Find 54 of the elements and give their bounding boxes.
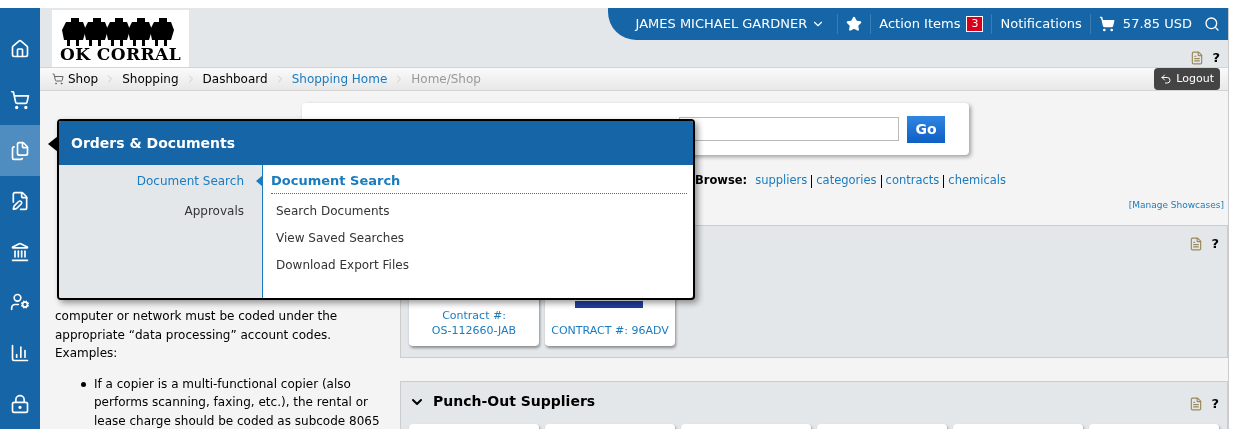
browse-link[interactable]: categories (816, 172, 877, 190)
breadcrumb-item[interactable]: Shop (68, 70, 99, 88)
search-field[interactable] (679, 117, 899, 141)
help-icon[interactable]: ? (1211, 394, 1219, 414)
browse-link[interactable]: contracts (885, 172, 940, 190)
contract-text: OS-112660-JAB (431, 323, 517, 338)
edit-icon (10, 191, 30, 212)
category-item[interactable]: Document Search (136, 174, 244, 188)
cart-total[interactable]: 57.85 USD (1122, 14, 1192, 34)
lock-icon (10, 393, 30, 414)
menu-link[interactable]: View Saved Searches (276, 228, 687, 247)
cart-icon[interactable] (1098, 16, 1115, 32)
browse-link[interactable]: chemicals (948, 172, 1006, 190)
sidebar-item[interactable] (0, 125, 40, 176)
notifications-link[interactable]: Notifications (991, 14, 1090, 34)
policy-paragraph: computer or network must be coded under the appropriate “data processing” account codes. Examples: (55, 308, 339, 362)
logout-button[interactable]: Logout (1154, 68, 1220, 90)
bullet-icon (81, 381, 86, 387)
document-icon[interactable] (1190, 50, 1205, 65)
manage-showcases-link[interactable]: [Manage Showcases] (1128, 199, 1224, 225)
menu-link[interactable]: Search Documents (276, 201, 687, 220)
bar-chart-icon (10, 343, 30, 364)
search-icon[interactable] (1204, 16, 1220, 32)
breadcrumb-item: Home/Shop (411, 71, 481, 88)
browse-label: Browse: (695, 172, 748, 190)
logo-text: OK CORRAL (59, 46, 182, 63)
menu-link[interactable]: Download Export Files (276, 255, 687, 274)
help-icon[interactable]: ? (1211, 234, 1219, 254)
document-icon[interactable] (1189, 396, 1204, 411)
bullet-text: If a copier is a multi-functional copier (also performs scanning, faxing, etc.), the rental or lease charge should be coded as subcode 8065 (94, 375, 381, 429)
cart-icon (10, 89, 30, 110)
help-icon[interactable]: ? (1212, 48, 1220, 68)
breadcrumb-item[interactable]: Shopping (122, 70, 179, 88)
cart-icon (52, 73, 64, 85)
contract-text: CONTRACT #: 96ADV (551, 323, 669, 338)
section-title: Punch-Out Suppliers (433, 392, 596, 411)
logout-icon (1160, 73, 1173, 85)
document-icon[interactable] (1189, 236, 1204, 251)
section-heading: Document Search (271, 171, 687, 194)
action-items-link[interactable]: Action Items (879, 14, 961, 34)
documents-icon (10, 140, 30, 161)
flyout-title: Orders & Documents (71, 133, 236, 153)
contract-text: Contract #: (442, 308, 506, 323)
breadcrumb-item[interactable]: Shopping Home (291, 70, 388, 88)
star-icon[interactable] (846, 16, 863, 32)
category-item[interactable]: Approvals (184, 204, 244, 218)
contract-image-placeholder (575, 301, 643, 308)
browse-link[interactable]: suppliers (755, 172, 808, 190)
home-icon (10, 39, 30, 60)
user-menu-button[interactable]: JAMES MICHAEL GARDNER (635, 14, 839, 34)
go-button[interactable]: Go (907, 115, 945, 143)
action-count-badge: 3 (966, 16, 984, 32)
bank-icon (10, 241, 30, 262)
breadcrumb-item[interactable]: Dashboard (202, 70, 268, 88)
